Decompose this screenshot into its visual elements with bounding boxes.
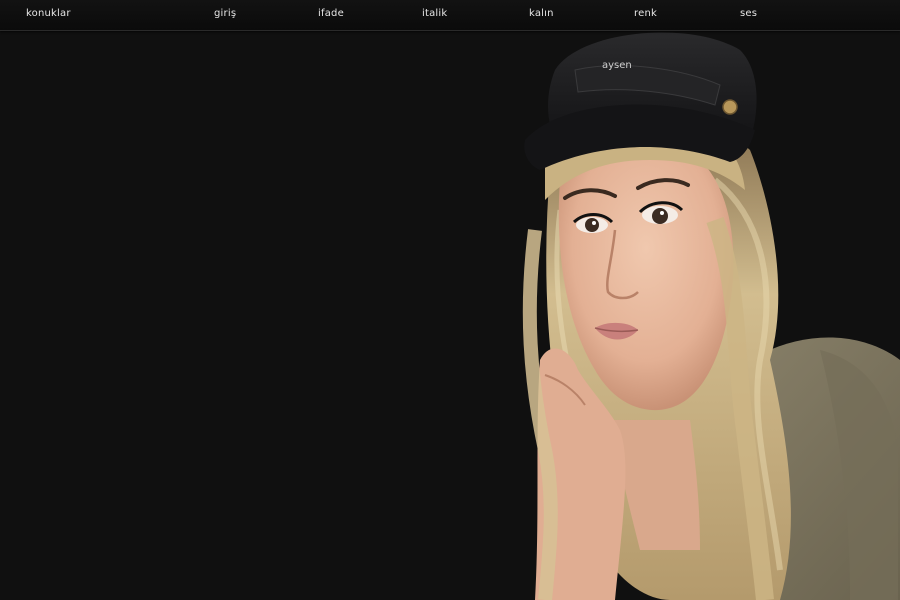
nav-link-kalin[interactable]: kalın	[529, 8, 554, 19]
nav-link-giris[interactable]: giriş	[214, 8, 236, 19]
nav-link-italik[interactable]: italik	[422, 8, 447, 19]
cap-logo-text: aysen	[602, 60, 632, 71]
nav-link-ses[interactable]: ses	[740, 8, 757, 19]
portrait-image: aysen	[520, 30, 900, 600]
top-navigation-bar: konuklar giriş ifade italik kalın renk s…	[0, 0, 900, 31]
nav-link-ifade[interactable]: ifade	[318, 8, 344, 19]
page: konuklar giriş ifade italik kalın renk s…	[0, 0, 900, 600]
nav-link-renk[interactable]: renk	[634, 8, 657, 19]
nav-link-konuklar[interactable]: konuklar	[26, 8, 71, 19]
